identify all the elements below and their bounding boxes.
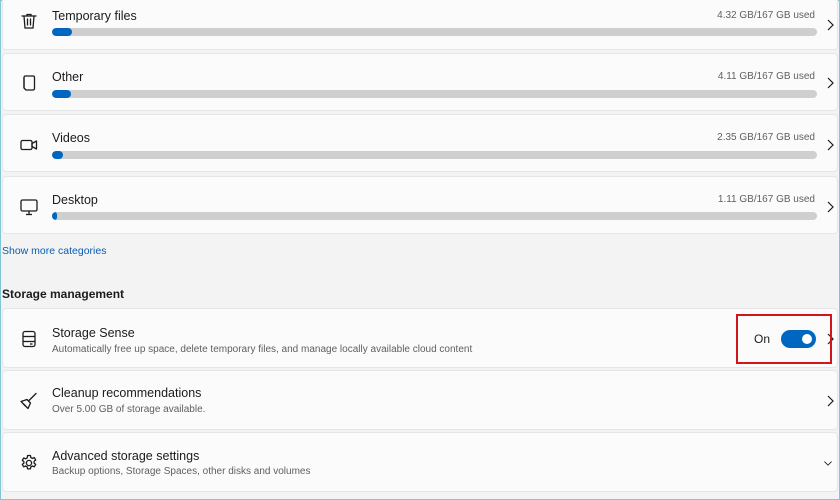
chevron-down-icon (823, 456, 833, 470)
usage-bar (52, 28, 817, 36)
storage-sense-title: Storage Sense (52, 326, 135, 340)
advanced-storage-title: Advanced storage settings (52, 449, 200, 463)
storage-sense-toggle[interactable] (781, 330, 816, 348)
usage-bar-fill (52, 212, 58, 220)
usage-bar-fill (52, 28, 72, 36)
category-label: Other (52, 70, 84, 84)
storage-sense-card[interactable]: Storage Sense Automatically free up spac… (2, 308, 838, 368)
cleanup-subtitle: Over 5.00 GB of storage available. (52, 404, 206, 415)
document-icon (19, 73, 39, 93)
show-more-categories-link[interactable]: Show more categories (2, 245, 106, 257)
chevron-right-icon (825, 18, 835, 32)
category-card-desktop[interactable]: Desktop 1.11 GB/167 GB used (2, 176, 838, 234)
broom-icon (19, 391, 39, 411)
chevron-right-icon (825, 138, 835, 152)
chevron-right-icon (825, 76, 835, 90)
drive-icon (19, 329, 39, 349)
usage-bar-fill (52, 90, 71, 98)
toggle-state-label: On (754, 332, 771, 346)
category-label: Videos (52, 131, 90, 145)
storage-sense-toggle-highlight: On (736, 314, 832, 364)
category-card-other[interactable]: Other 4.11 GB/167 GB used (2, 53, 838, 111)
usage-bar (52, 151, 817, 159)
cleanup-title: Cleanup recommendations (52, 386, 202, 400)
chevron-right-icon (825, 394, 835, 408)
chevron-right-icon (825, 200, 835, 214)
trash-icon (19, 11, 39, 31)
section-heading-storage-management: Storage management (2, 287, 125, 301)
toggle-knob (802, 334, 812, 344)
category-label: Desktop (52, 193, 98, 207)
monitor-icon (19, 197, 39, 217)
category-usage: 4.11 GB/167 GB used (717, 71, 815, 82)
category-usage: 1.11 GB/167 GB used (717, 194, 815, 205)
category-card-videos[interactable]: Videos 2.35 GB/167 GB used (2, 114, 838, 172)
category-label: Temporary files (52, 9, 137, 23)
usage-bar (52, 90, 817, 98)
advanced-storage-subtitle: Backup options, Storage Spaces, other di… (52, 466, 311, 477)
video-camera-icon (19, 135, 39, 155)
category-usage: 2.35 GB/167 GB used (717, 132, 815, 143)
cleanup-recommendations-card[interactable]: Cleanup recommendations Over 5.00 GB of … (2, 370, 838, 430)
usage-bar-fill (52, 151, 63, 159)
usage-bar (52, 212, 817, 220)
advanced-storage-settings-card[interactable]: Advanced storage settings Backup options… (2, 432, 838, 492)
category-card-temporary-files[interactable]: Temporary files 4.32 GB/167 GB used (2, 0, 838, 50)
gear-icon (19, 453, 39, 473)
storage-sense-subtitle: Automatically free up space, delete temp… (52, 344, 473, 355)
category-usage: 4.32 GB/167 GB used (717, 10, 815, 21)
